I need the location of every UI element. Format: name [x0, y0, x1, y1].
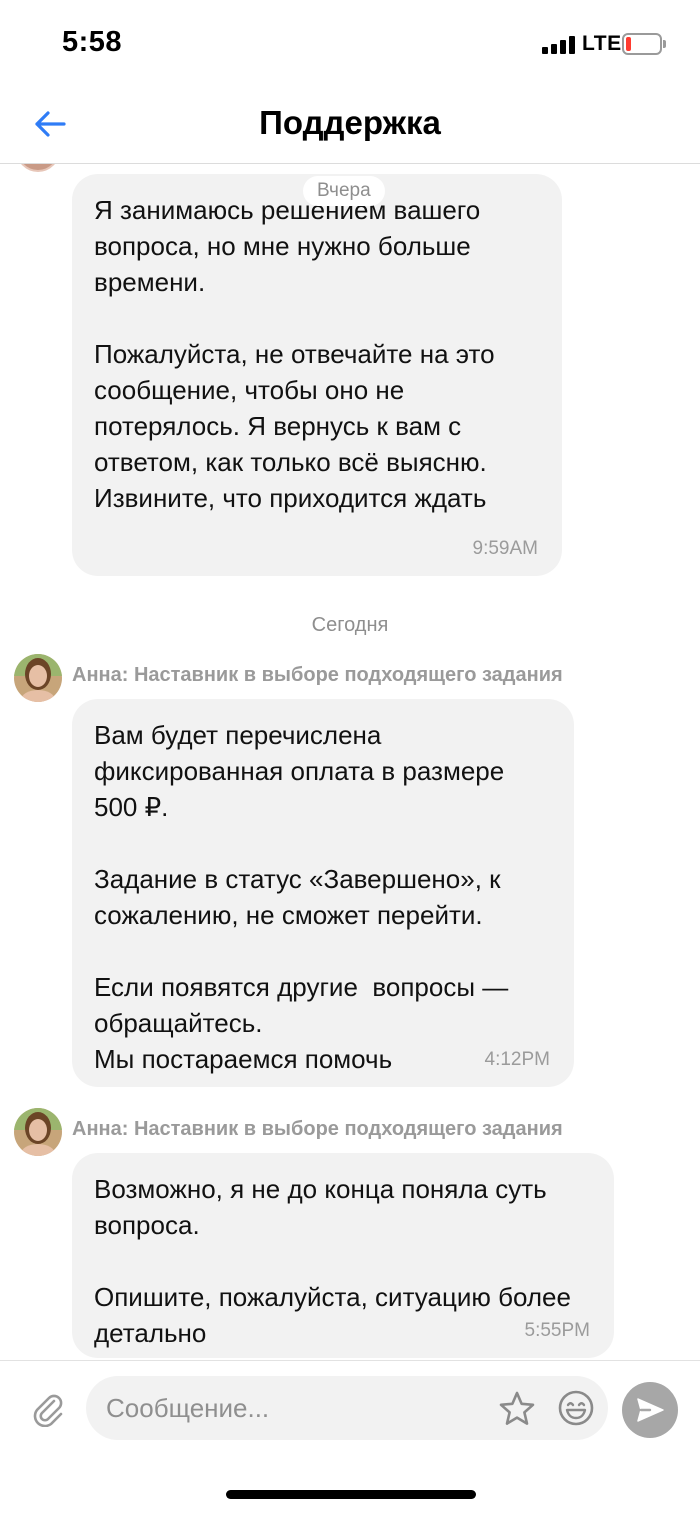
- message-composer: [0, 1360, 700, 1460]
- date-separator: Сегодня: [311, 614, 389, 636]
- battery-icon: [622, 33, 666, 55]
- message-bubble[interactable]: Я занимаюсь решением вашего вопроса, но …: [72, 174, 562, 576]
- message-bubble[interactable]: Возможно, я не до конца поняла суть вопр…: [72, 1153, 614, 1358]
- home-indicator: [226, 1490, 476, 1499]
- avatar: [14, 1108, 62, 1156]
- signal-icon: [542, 36, 576, 54]
- avatar: [16, 164, 60, 172]
- message-time: 5:55PM: [524, 1320, 590, 1341]
- star-icon: [499, 1391, 535, 1425]
- nav-bar: Поддержка: [0, 90, 700, 164]
- date-separator: Вчера: [303, 176, 385, 206]
- page-title: Поддержка: [259, 104, 441, 141]
- attach-button[interactable]: [26, 1387, 70, 1431]
- status-time: 5:58: [62, 26, 123, 58]
- message-bubble[interactable]: Вам будет перечислена фиксированная опла…: [72, 699, 574, 1087]
- favorites-button[interactable]: [496, 1388, 538, 1430]
- paperclip-icon: [33, 1394, 63, 1427]
- message-text: Возможно, я не до конца поняла суть вопр…: [94, 1174, 571, 1348]
- smiley-icon: [558, 1390, 594, 1426]
- message-time: 4:12PM: [484, 1049, 550, 1070]
- network-type: LTE: [582, 32, 622, 55]
- chat-history[interactable]: Я занимаюсь решением вашего вопроса, но …: [0, 164, 700, 1360]
- message-text: Я занимаюсь решением вашего вопроса, но …: [94, 195, 495, 513]
- status-bar: 5:58 LTE: [0, 0, 700, 90]
- sender-name: Анна: Наставник в выборе подходящего зад…: [72, 664, 563, 686]
- avatar: [14, 654, 62, 702]
- message-text: Вам будет перечислена фиксированная опла…: [94, 720, 509, 1074]
- send-icon: [637, 1398, 664, 1422]
- message-time: 9:59AM: [472, 538, 538, 559]
- sender-name: Анна: Наставник в выборе подходящего зад…: [72, 1118, 563, 1140]
- emoji-button[interactable]: [555, 1387, 597, 1429]
- send-button[interactable]: [622, 1382, 678, 1438]
